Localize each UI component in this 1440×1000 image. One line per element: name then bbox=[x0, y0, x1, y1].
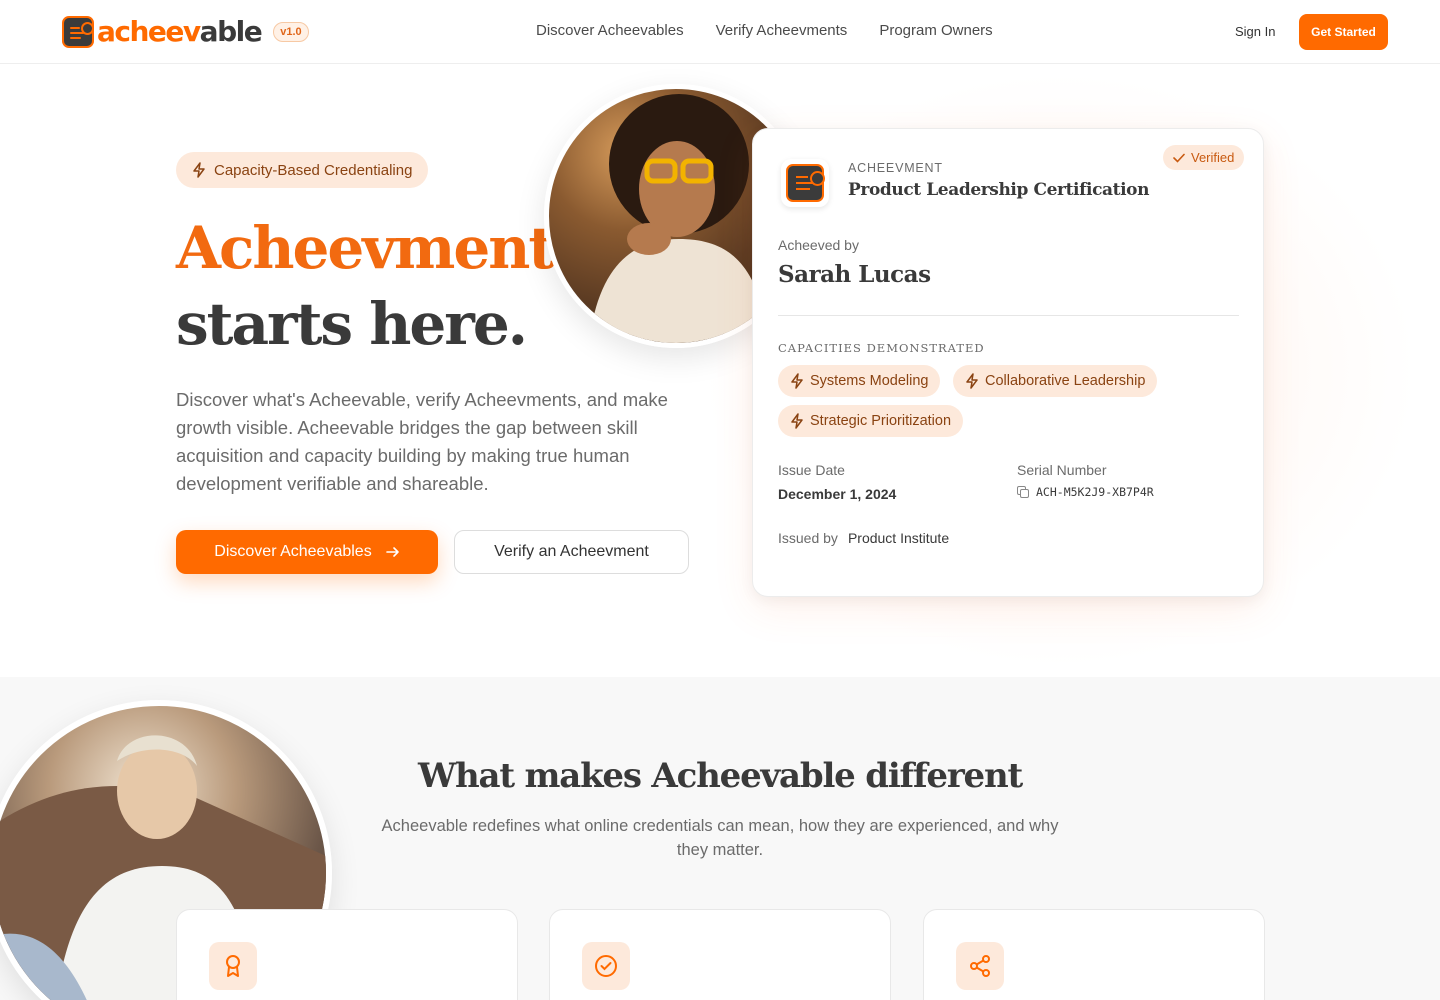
share-icon-tile bbox=[956, 942, 1004, 990]
section-title: What makes Acheevable different bbox=[417, 756, 1023, 796]
nav-verify-acheevments[interactable]: Verify Acheevments bbox=[716, 22, 848, 39]
verify-acheevment-button[interactable]: Verify an Acheevment bbox=[454, 530, 689, 574]
capacity-label: Systems Modeling bbox=[810, 373, 929, 389]
share-icon bbox=[970, 955, 990, 977]
award-icon bbox=[226, 955, 240, 977]
brand-logo[interactable]: acheevable v1.0 bbox=[62, 16, 309, 48]
credential-title: Product Leadership Certification bbox=[848, 180, 1150, 200]
discover-acheevables-button[interactable]: Discover Acheevables bbox=[176, 530, 438, 574]
nav-discover-acheevables[interactable]: Discover Acheevables bbox=[536, 22, 684, 39]
card-divider bbox=[778, 315, 1239, 316]
bolt-icon bbox=[966, 373, 978, 389]
main-nav: Discover Acheevables Verify Acheevments … bbox=[536, 22, 993, 39]
capacity-label: Strategic Prioritization bbox=[810, 413, 952, 429]
feature-card-2[interactable] bbox=[549, 909, 891, 1000]
capacity-pill: Capacity-Based Credentialing bbox=[176, 152, 429, 188]
copy-icon[interactable] bbox=[1017, 485, 1030, 499]
pill-label: Capacity-Based Credentialing bbox=[214, 161, 413, 179]
issue-date-label: Issue Date bbox=[778, 462, 845, 478]
hero-description: Discover what's Acheevable, verify Achee… bbox=[176, 389, 668, 494]
serial-number[interactable]: ACH-M5K2J9-XB7P4R bbox=[1017, 485, 1154, 499]
arrow-right-icon bbox=[385, 547, 399, 557]
capacity-label: Collaborative Leadership bbox=[985, 373, 1146, 389]
card-kicker: ACHEEVMENT bbox=[848, 161, 943, 175]
achieved-by-label: Acheeved by bbox=[778, 237, 859, 253]
verified-label: Verified bbox=[1191, 150, 1235, 165]
verified-badge: Verified bbox=[1163, 145, 1245, 170]
certificate-icon bbox=[781, 159, 829, 207]
logo-mark-icon bbox=[62, 16, 94, 48]
bolt-icon bbox=[791, 413, 803, 429]
capacity-tag-systems-modeling[interactable]: Systems Modeling bbox=[778, 365, 941, 397]
hero-title-line1: Acheevment bbox=[176, 214, 555, 282]
achiever-name: Sarah Lucas bbox=[778, 261, 931, 288]
serial-value: ACH-M5K2J9-XB7P4R bbox=[1036, 485, 1154, 499]
version-badge: v1.0 bbox=[273, 22, 309, 42]
nav-program-owners[interactable]: Program Owners bbox=[879, 22, 992, 39]
get-started-button[interactable]: Get Started bbox=[1299, 14, 1388, 50]
check-circle-icon bbox=[595, 955, 617, 977]
feature-card-3[interactable] bbox=[923, 909, 1265, 1000]
issuer-name[interactable]: Product Institute bbox=[848, 530, 949, 546]
check-icon bbox=[1173, 153, 1185, 163]
sign-in-link[interactable]: Sign In bbox=[1235, 24, 1275, 39]
bolt-icon bbox=[791, 373, 803, 389]
bolt-icon bbox=[193, 162, 205, 178]
discover-button-label: Discover Acheevables bbox=[214, 543, 372, 560]
hero-title-line2: starts here. bbox=[176, 290, 528, 358]
capacity-tag-collaborative-leadership[interactable]: Collaborative Leadership bbox=[953, 365, 1158, 397]
site-header: acheevable v1.0 Discover Acheevables Ver… bbox=[0, 0, 1440, 64]
issued-by-label: Issued by bbox=[778, 530, 838, 546]
credential-card[interactable]: Verified ACHEEVMENT Product Leadership C… bbox=[752, 128, 1264, 597]
section-subtitle: Acheevable redefines what online credent… bbox=[381, 817, 1059, 859]
capacity-tag-strategic-prioritization[interactable]: Strategic Prioritization bbox=[778, 405, 964, 437]
feature-card-1[interactable] bbox=[176, 909, 518, 1000]
issued-by: Issued by Product Institute bbox=[778, 530, 949, 546]
logo-wordmark: acheevable bbox=[97, 15, 263, 48]
award-icon-tile bbox=[209, 942, 257, 990]
issue-date-value: December 1, 2024 bbox=[778, 486, 897, 502]
check-circle-icon-tile bbox=[582, 942, 630, 990]
capacities-heading: CAPACITIES DEMONSTRATED bbox=[778, 341, 985, 355]
serial-label: Serial Number bbox=[1017, 462, 1107, 478]
